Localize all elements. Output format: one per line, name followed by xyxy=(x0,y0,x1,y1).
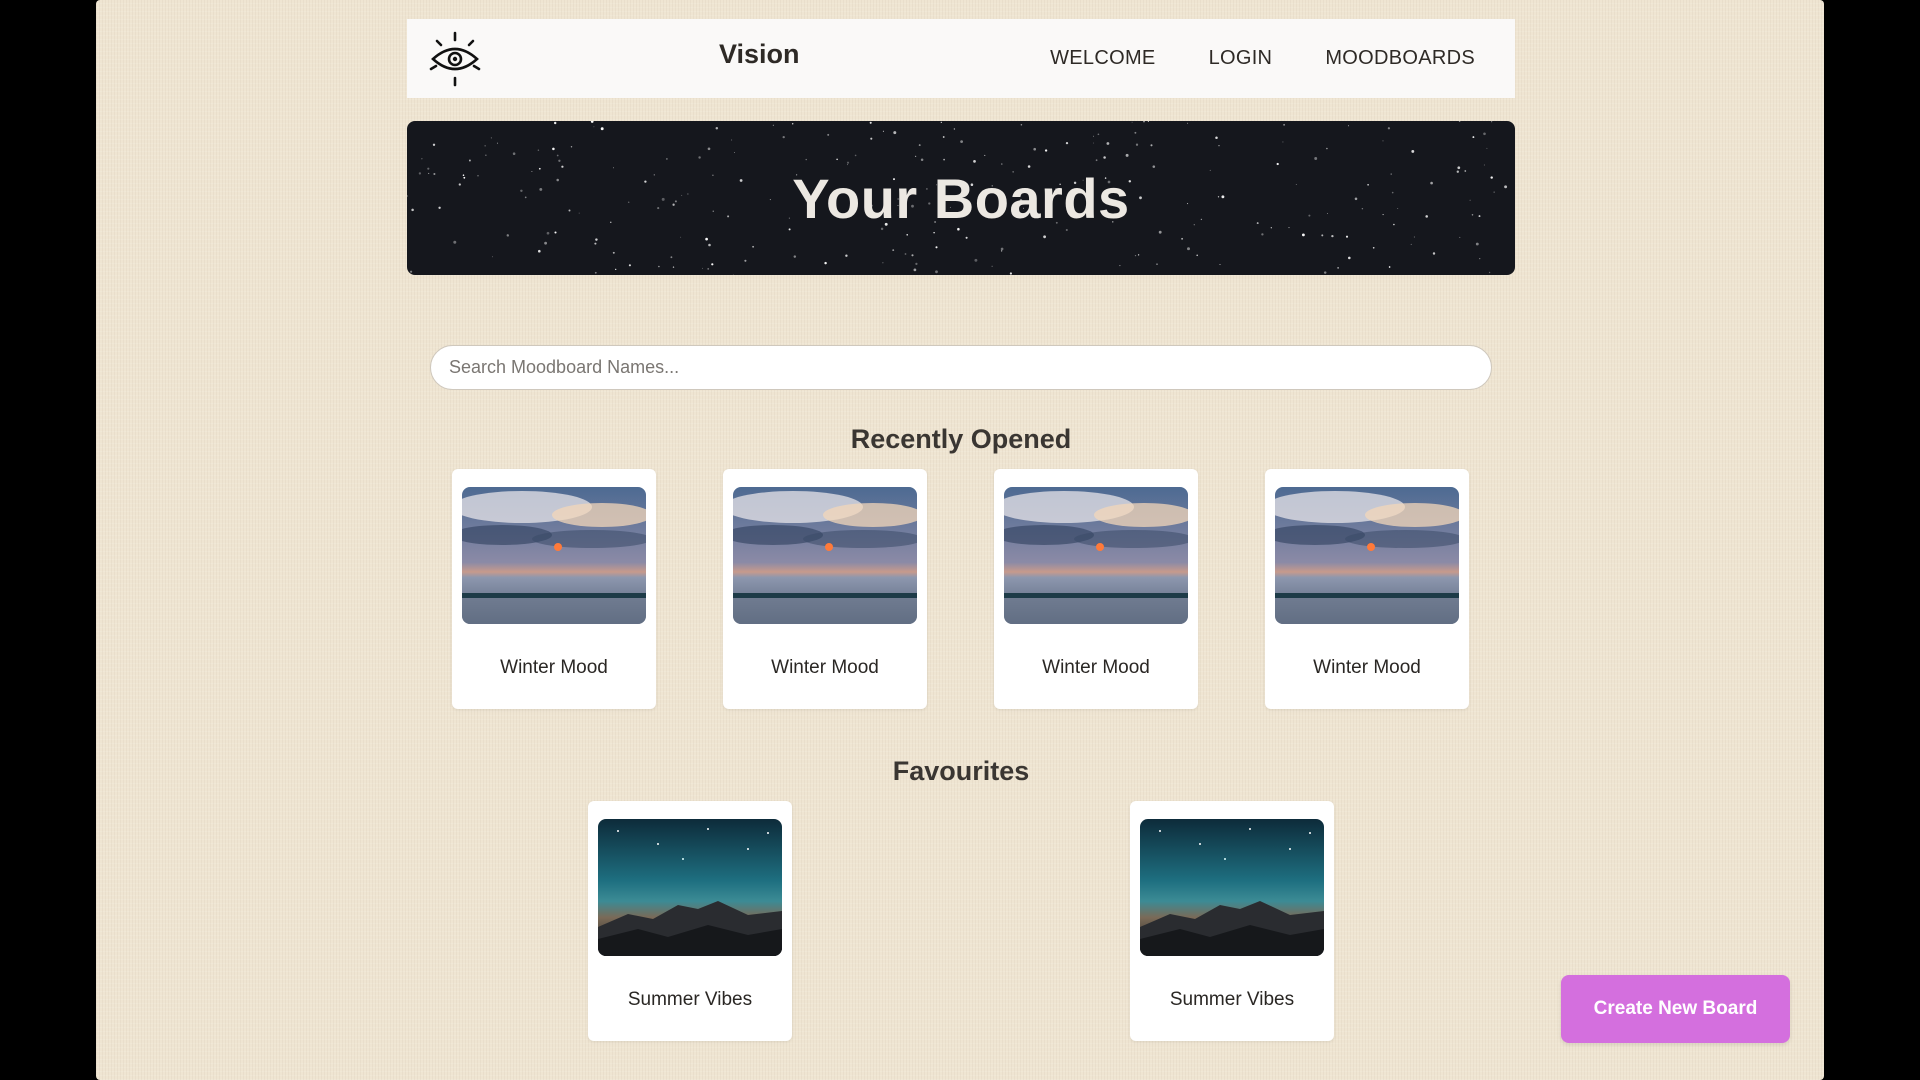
page: Vision WELCOME LOGIN MOODBOARDS Your Boa… xyxy=(96,0,1824,1080)
board-name: Summer Vibes xyxy=(627,989,753,1010)
board-name: Winter Mood xyxy=(1042,657,1150,678)
board-card[interactable]: Summer Vibes xyxy=(1130,801,1334,1041)
create-new-board-button[interactable]: Create New Board xyxy=(1561,975,1790,1043)
board-thumbnail-sunset-sea xyxy=(462,487,646,624)
navbar: Vision WELCOME LOGIN MOODBOARDS xyxy=(407,19,1515,98)
nav-link-welcome[interactable]: WELCOME xyxy=(1050,47,1155,70)
board-name: Winter Mood xyxy=(771,657,879,678)
brand-name: Vision xyxy=(719,39,800,69)
nav-link-moodboards[interactable]: MOODBOARDS xyxy=(1325,47,1475,70)
board-name: Winter Mood xyxy=(500,657,608,678)
board-thumbnail-sunset-sea xyxy=(733,487,917,624)
board-card[interactable]: Winter Mood xyxy=(723,469,927,709)
recently-opened-heading: Recently Opened xyxy=(850,424,1072,454)
page-title: Your Boards xyxy=(792,166,1130,230)
board-name: Winter Mood xyxy=(1313,657,1421,678)
board-card[interactable]: Winter Mood xyxy=(452,469,656,709)
favourites-heading: Favourites xyxy=(892,756,1030,786)
board-card[interactable]: Winter Mood xyxy=(994,469,1198,709)
board-thumbnail-night-mountain xyxy=(598,819,782,956)
board-card[interactable]: Summer Vibes xyxy=(588,801,792,1041)
board-thumbnail-sunset-sea xyxy=(1004,487,1188,624)
nav-links: WELCOME LOGIN MOODBOARDS xyxy=(1050,47,1475,70)
eye-logo-icon[interactable] xyxy=(427,31,483,87)
search-input[interactable] xyxy=(430,345,1492,390)
nav-link-login[interactable]: LOGIN xyxy=(1209,47,1273,70)
board-thumbnail-night-mountain xyxy=(1140,819,1324,956)
hero-banner: Your Boards xyxy=(407,121,1515,275)
board-thumbnail-sunset-sea xyxy=(1275,487,1459,624)
board-name: Summer Vibes xyxy=(1169,989,1295,1010)
board-card[interactable]: Winter Mood xyxy=(1265,469,1469,709)
